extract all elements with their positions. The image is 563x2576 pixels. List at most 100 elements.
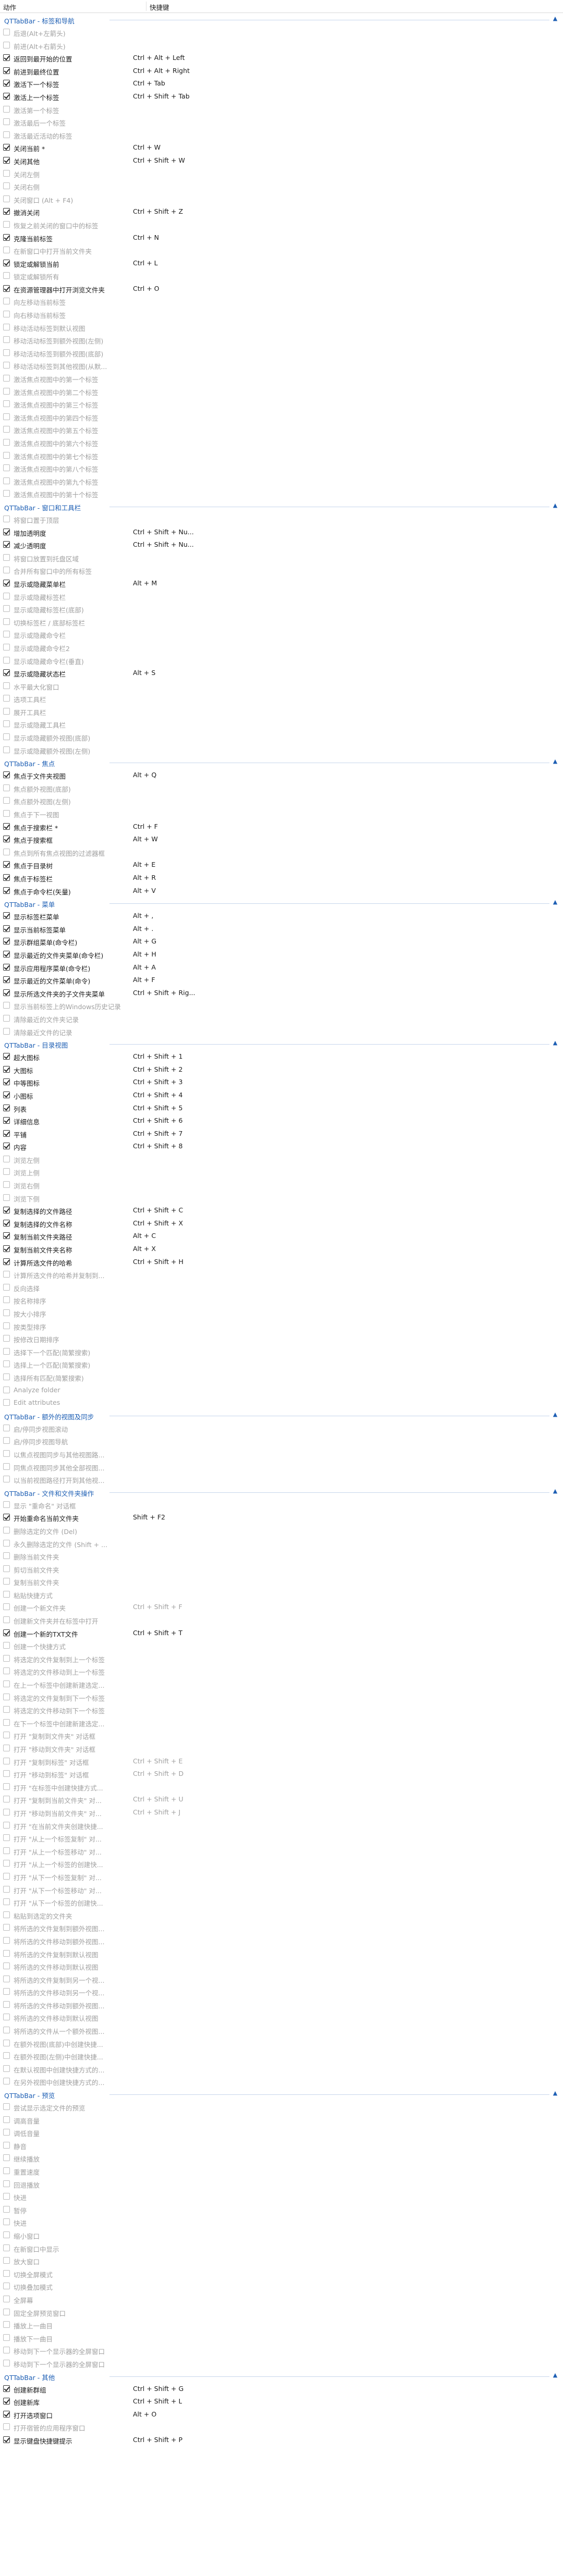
enable-checkbox[interactable] [3, 2347, 10, 2354]
shortcut-row[interactable]: 关闭左侧 [0, 167, 563, 180]
shortcut-row[interactable]: 浏览上侧 [0, 1166, 563, 1179]
enable-checkbox[interactable] [3, 848, 10, 855]
enable-checkbox[interactable] [3, 2027, 10, 2034]
enable-checkbox[interactable] [3, 656, 10, 664]
shortcut-row[interactable]: 同焦点视图同步其他全部视图... [0, 1461, 563, 1474]
collapse-chevron-icon[interactable]: ▲ [552, 1411, 559, 1418]
shortcut-row[interactable]: 将所选的文件从一个额外视图... [0, 2024, 563, 2037]
shortcut-row[interactable]: 显示键盘快捷键提示 Ctrl + Shift + P [0, 2434, 563, 2447]
shortcut-row[interactable]: 打开 "从下一个标签复制" 对... [0, 1870, 563, 1883]
enable-checkbox[interactable] [3, 2014, 10, 2021]
enable-checkbox[interactable] [3, 618, 10, 625]
shortcut-row[interactable]: 显示或隐藏标签栏(底部) [0, 603, 563, 616]
shortcut-row[interactable]: 将窗口置于顶层 [0, 513, 563, 526]
enable-checkbox[interactable] [3, 1590, 10, 1598]
shortcut-row[interactable]: 将所选的文件移动到另一个视... [0, 1985, 563, 1998]
enable-checkbox[interactable] [3, 92, 10, 100]
enable-checkbox[interactable] [3, 1002, 10, 1009]
shortcut-key[interactable]: Alt + X [133, 1245, 156, 1253]
enable-checkbox[interactable] [3, 311, 10, 318]
shortcut-row[interactable]: 全屏幕 [0, 2293, 563, 2306]
shortcut-row[interactable]: 焦点于命令栏(矢量) Alt + V [0, 885, 563, 898]
shortcut-row[interactable]: 焦点额外视图(底部) [0, 782, 563, 795]
shortcut-key[interactable]: Ctrl + Tab [133, 79, 165, 87]
shortcut-row[interactable]: 后退(Alt+左箭头) [0, 26, 563, 39]
shortcut-row[interactable]: 中等图标 Ctrl + Shift + 3 [0, 1076, 563, 1089]
shortcut-row[interactable]: 静音 [0, 2139, 563, 2152]
collapse-chevron-icon[interactable]: ▲ [552, 15, 559, 22]
enable-checkbox[interactable] [3, 1911, 10, 1918]
enable-checkbox[interactable] [3, 2052, 10, 2059]
enable-checkbox[interactable] [3, 1463, 10, 1470]
shortcut-key[interactable]: Ctrl + Shift + T [133, 1629, 182, 1637]
shortcut-row[interactable]: 激活焦点视图中的第八个标签 [0, 462, 563, 475]
shortcut-row[interactable]: 显示当前标签菜单 Alt + . [0, 923, 563, 936]
shortcut-row[interactable]: 锁定或解锁当前 Ctrl + L [0, 257, 563, 270]
enable-checkbox[interactable] [3, 1552, 10, 1560]
shortcut-key[interactable]: Alt + W [133, 835, 158, 843]
shortcut-row[interactable]: 显示或隐藏额外视图(底部) [0, 731, 563, 744]
enable-checkbox[interactable] [3, 1143, 10, 1150]
shortcut-key[interactable]: Ctrl + Shift + 6 [133, 1117, 182, 1124]
enable-checkbox[interactable] [3, 2385, 10, 2392]
shortcut-row[interactable]: 创建新库 Ctrl + Shift + L [0, 2395, 563, 2408]
shortcut-row[interactable]: 返回到最开始的位置 Ctrl + Alt + Left [0, 52, 563, 65]
enable-checkbox[interactable] [3, 912, 10, 919]
enable-checkbox[interactable] [3, 1885, 10, 1893]
enable-checkbox[interactable] [3, 220, 10, 228]
shortcut-key[interactable]: Alt + O [133, 2410, 156, 2418]
enable-checkbox[interactable] [3, 1271, 10, 1278]
shortcut-row[interactable]: 切换叠加模式 [0, 2280, 563, 2293]
shortcut-row[interactable]: 按名称排序 [0, 1294, 563, 1307]
enable-checkbox[interactable] [3, 1245, 10, 1253]
enable-checkbox[interactable] [3, 989, 10, 996]
collapse-chevron-icon[interactable]: ▲ [552, 1488, 559, 1495]
enable-checkbox[interactable] [3, 1860, 10, 1867]
enable-checkbox[interactable] [3, 605, 10, 612]
enable-checkbox[interactable] [3, 1526, 10, 1534]
shortcut-row[interactable]: Edit attributes [0, 1396, 563, 1409]
enable-checkbox[interactable] [3, 1322, 10, 1329]
enable-checkbox[interactable] [3, 2270, 10, 2277]
shortcut-row[interactable]: 向右移动当前标签 [0, 308, 563, 321]
shortcut-row[interactable]: 创建一个新文件夹 Ctrl + Shift + F [0, 1601, 563, 1614]
enable-checkbox[interactable] [3, 490, 10, 497]
shortcut-row[interactable]: 前进到最终位置 Ctrl + Alt + Right [0, 65, 563, 78]
shortcut-row[interactable]: 清除最近文件的记录 [0, 1025, 563, 1038]
shortcut-key[interactable]: Ctrl + Shift + E [133, 1757, 182, 1765]
shortcut-key[interactable]: Ctrl + Shift + J [133, 1808, 180, 1816]
enable-checkbox[interactable] [3, 669, 10, 677]
enable-checkbox[interactable] [3, 2039, 10, 2046]
shortcut-row[interactable]: 移动活动标签到其他视图(从默... [0, 359, 563, 372]
shortcut-row[interactable]: 按修改日期排序 [0, 1332, 563, 1345]
shortcut-key[interactable]: Ctrl + Shift + F [133, 1603, 182, 1611]
enable-checkbox[interactable] [3, 1808, 10, 1816]
shortcut-row[interactable]: 向左移动当前标签 [0, 295, 563, 308]
shortcut-row[interactable]: 打开 "移动到文件夹" 对话框 [0, 1742, 563, 1755]
enable-checkbox[interactable] [3, 2103, 10, 2111]
shortcut-row[interactable]: 超大图标 Ctrl + Shift + 1 [0, 1050, 563, 1063]
shortcut-row[interactable]: 焦点到所有焦点视图的过滤器框 [0, 846, 563, 859]
shortcut-row[interactable]: 焦点于搜索栏 * Ctrl + F [0, 820, 563, 833]
enable-checkbox[interactable] [3, 1014, 10, 1022]
enable-checkbox[interactable] [3, 1130, 10, 1137]
shortcut-key[interactable]: Alt + G [133, 937, 156, 945]
enable-checkbox[interactable] [3, 1872, 10, 1880]
shortcut-row[interactable]: 移动活动标签到额外视图(左侧) [0, 334, 563, 347]
shortcut-key[interactable]: Ctrl + Shift + D [133, 1770, 183, 1777]
enable-checkbox[interactable] [3, 118, 10, 126]
shortcut-row[interactable]: 剪切当前文件夹 [0, 1563, 563, 1576]
enable-checkbox[interactable] [3, 1450, 10, 1457]
enable-checkbox[interactable] [3, 1104, 10, 1111]
enable-checkbox[interactable] [3, 247, 10, 254]
enable-checkbox[interactable] [3, 1117, 10, 1124]
shortcut-row[interactable]: 打开 "从上一个标签移动" 对... [0, 1845, 563, 1858]
enable-checkbox[interactable] [3, 592, 10, 599]
collapse-chevron-icon[interactable]: ▲ [552, 758, 559, 765]
enable-checkbox[interactable] [3, 541, 10, 548]
shortcut-row[interactable]: 激活焦点视图中的第四个标签 [0, 411, 563, 424]
shortcut-row[interactable]: 减少透明度 Ctrl + Shift + Nu... [0, 538, 563, 551]
shortcut-row[interactable]: 打开 "在当前文件夹创建快捷... [0, 1819, 563, 1832]
shortcut-row[interactable]: 开始重命名当前文件夹 Shift + F2 [0, 1511, 563, 1524]
enable-checkbox[interactable] [3, 2231, 10, 2238]
